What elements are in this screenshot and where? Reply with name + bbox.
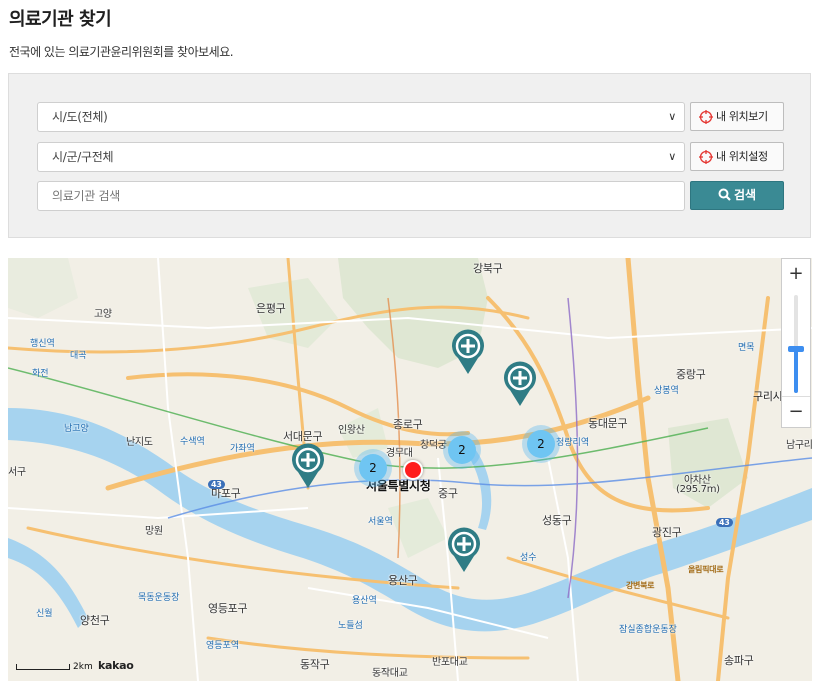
label-gyeongmu: 경무대 <box>386 448 413 459</box>
label-olympic-road: 올림픽대로 <box>688 565 724 574</box>
zoom-out-button[interactable]: − <box>782 396 810 427</box>
hospital-marker[interactable] <box>446 526 482 574</box>
cluster-marker[interactable]: 2 <box>522 425 560 463</box>
scale-bar <box>16 663 70 670</box>
cluster-count: 2 <box>527 430 555 458</box>
my-location-set-label: 내 위치설정 <box>716 150 768 163</box>
label-myeonmok: 면목 <box>738 343 755 353</box>
search-input[interactable]: 의료기관 검색 <box>37 181 685 211</box>
cluster-count: 2 <box>448 436 476 464</box>
label-nanjido: 난지도 <box>126 437 153 448</box>
label-sinwol: 신월 <box>36 609 53 619</box>
cluster-count: 2 <box>359 454 387 482</box>
hospital-marker[interactable] <box>502 360 538 408</box>
page-subtitle: 전국에 있는 의료기관윤리위원회를 찾아보세요. <box>9 45 234 59</box>
sigungu-select[interactable]: 시/군/구전체 ∨ <box>37 142 685 172</box>
map-brand-logo: kakao <box>98 659 134 672</box>
zoom-in-button[interactable]: + <box>782 259 810 289</box>
my-location-set-button[interactable]: 내 위치설정 <box>690 142 784 171</box>
label-gangbyeon-road: 강변북로 <box>626 581 655 590</box>
label-seogu: 서구 <box>8 467 26 478</box>
search-button-label: 검색 <box>733 188 757 202</box>
hospital-marker[interactable] <box>450 328 486 376</box>
label-yangcheon: 양천구 <box>80 614 110 627</box>
map-scale: 2km <box>16 662 93 672</box>
cluster-marker[interactable]: 2 <box>443 431 481 469</box>
search-button[interactable]: 검색 <box>690 181 784 210</box>
cluster-marker[interactable]: 2 <box>354 449 392 487</box>
crosshair-icon <box>699 110 713 124</box>
chevron-down-icon: ∨ <box>668 110 676 123</box>
label-achasan-height: (295.7m) <box>676 484 720 495</box>
page-title: 의료기관 찾기 <box>9 9 112 30</box>
sido-select[interactable]: 시/도(전체) ∨ <box>37 102 685 132</box>
label-seongdong: 성동구 <box>542 514 572 527</box>
map-view[interactable]: 강북구 은평구 고양 행신역 대곡 화전 면목 중랑구 상봉역 구리시 남고양 … <box>8 258 812 681</box>
label-inwangsan: 인왕산 <box>338 425 365 436</box>
label-dongdaemun: 동대문구 <box>588 417 628 430</box>
label-songpa: 송파구 <box>724 654 754 667</box>
zoom-slider-fill <box>794 349 798 393</box>
label-noryangjin: 노들섬 <box>338 621 363 631</box>
hospital-marker[interactable] <box>290 442 326 490</box>
my-location-view-label: 내 위치보기 <box>716 110 768 123</box>
label-eunpyeong: 은평구 <box>256 302 286 315</box>
label-goyang: 고양 <box>94 309 112 320</box>
sigungu-select-value: 시/군/구전체 <box>52 150 114 164</box>
zoom-control: + − <box>781 258 811 428</box>
label-gangdong: 남구리 <box>786 440 812 451</box>
label-yeongdeungpo-station: 영등포역 <box>206 641 240 651</box>
label-yongsan-station: 용산역 <box>352 596 377 606</box>
label-daegok: 대곡 <box>70 351 87 361</box>
label-seongsu: 성수 <box>520 553 537 563</box>
label-mokdong: 목동운동장 <box>138 593 180 603</box>
my-location-view-button[interactable]: 내 위치보기 <box>690 102 784 131</box>
label-banpodaegyo: 반포대교 <box>432 657 468 668</box>
label-gangbuk: 강북구 <box>473 262 503 275</box>
filter-panel: 시/도(전체) ∨ 내 위치보기 시/군/구전체 ∨ 내 위치설정 의료기관 검… <box>8 73 811 238</box>
label-gajwa: 가좌역 <box>230 444 255 454</box>
label-haengsin: 행신역 <box>30 339 55 349</box>
my-location-marker <box>403 460 423 480</box>
label-gwangjin: 광진구 <box>652 526 682 539</box>
label-hwajeon: 화전 <box>32 369 49 379</box>
label-yongsan: 용산구 <box>388 574 418 587</box>
label-jungnang: 중랑구 <box>676 368 706 381</box>
scale-label: 2km <box>73 662 93 672</box>
search-icon <box>718 188 731 201</box>
label-dongjakdaegyo: 동작대교 <box>372 668 408 679</box>
label-susaek: 수색역 <box>180 437 205 447</box>
label-sangbong: 상봉역 <box>654 386 679 396</box>
crosshair-icon <box>699 150 713 164</box>
label-namgoyang: 남고양 <box>64 424 89 434</box>
label-yeongdeungpo: 영등포구 <box>208 602 248 615</box>
zoom-slider-handle[interactable] <box>788 346 804 352</box>
page: 의료기관 찾기 전국에 있는 의료기관윤리위원회를 찾아보세요. 시/도(전체)… <box>0 0 821 692</box>
label-jongno: 종로구 <box>393 418 423 431</box>
sido-select-value: 시/도(전체) <box>52 110 108 124</box>
label-dongjak: 동작구 <box>300 658 330 671</box>
label-road-43b: 43 <box>716 518 733 527</box>
label-guri: 구리시 <box>753 390 783 403</box>
label-jamsil: 잠실종합운동장 <box>619 625 677 635</box>
label-cheongnyangni: 청량리역 <box>556 438 590 448</box>
label-junggu: 중구 <box>438 487 458 500</box>
label-mangwon: 망원 <box>145 526 163 537</box>
label-seoul-station: 서울역 <box>368 517 393 527</box>
label-road-43: 43 <box>208 480 225 489</box>
chevron-down-icon: ∨ <box>668 150 676 163</box>
